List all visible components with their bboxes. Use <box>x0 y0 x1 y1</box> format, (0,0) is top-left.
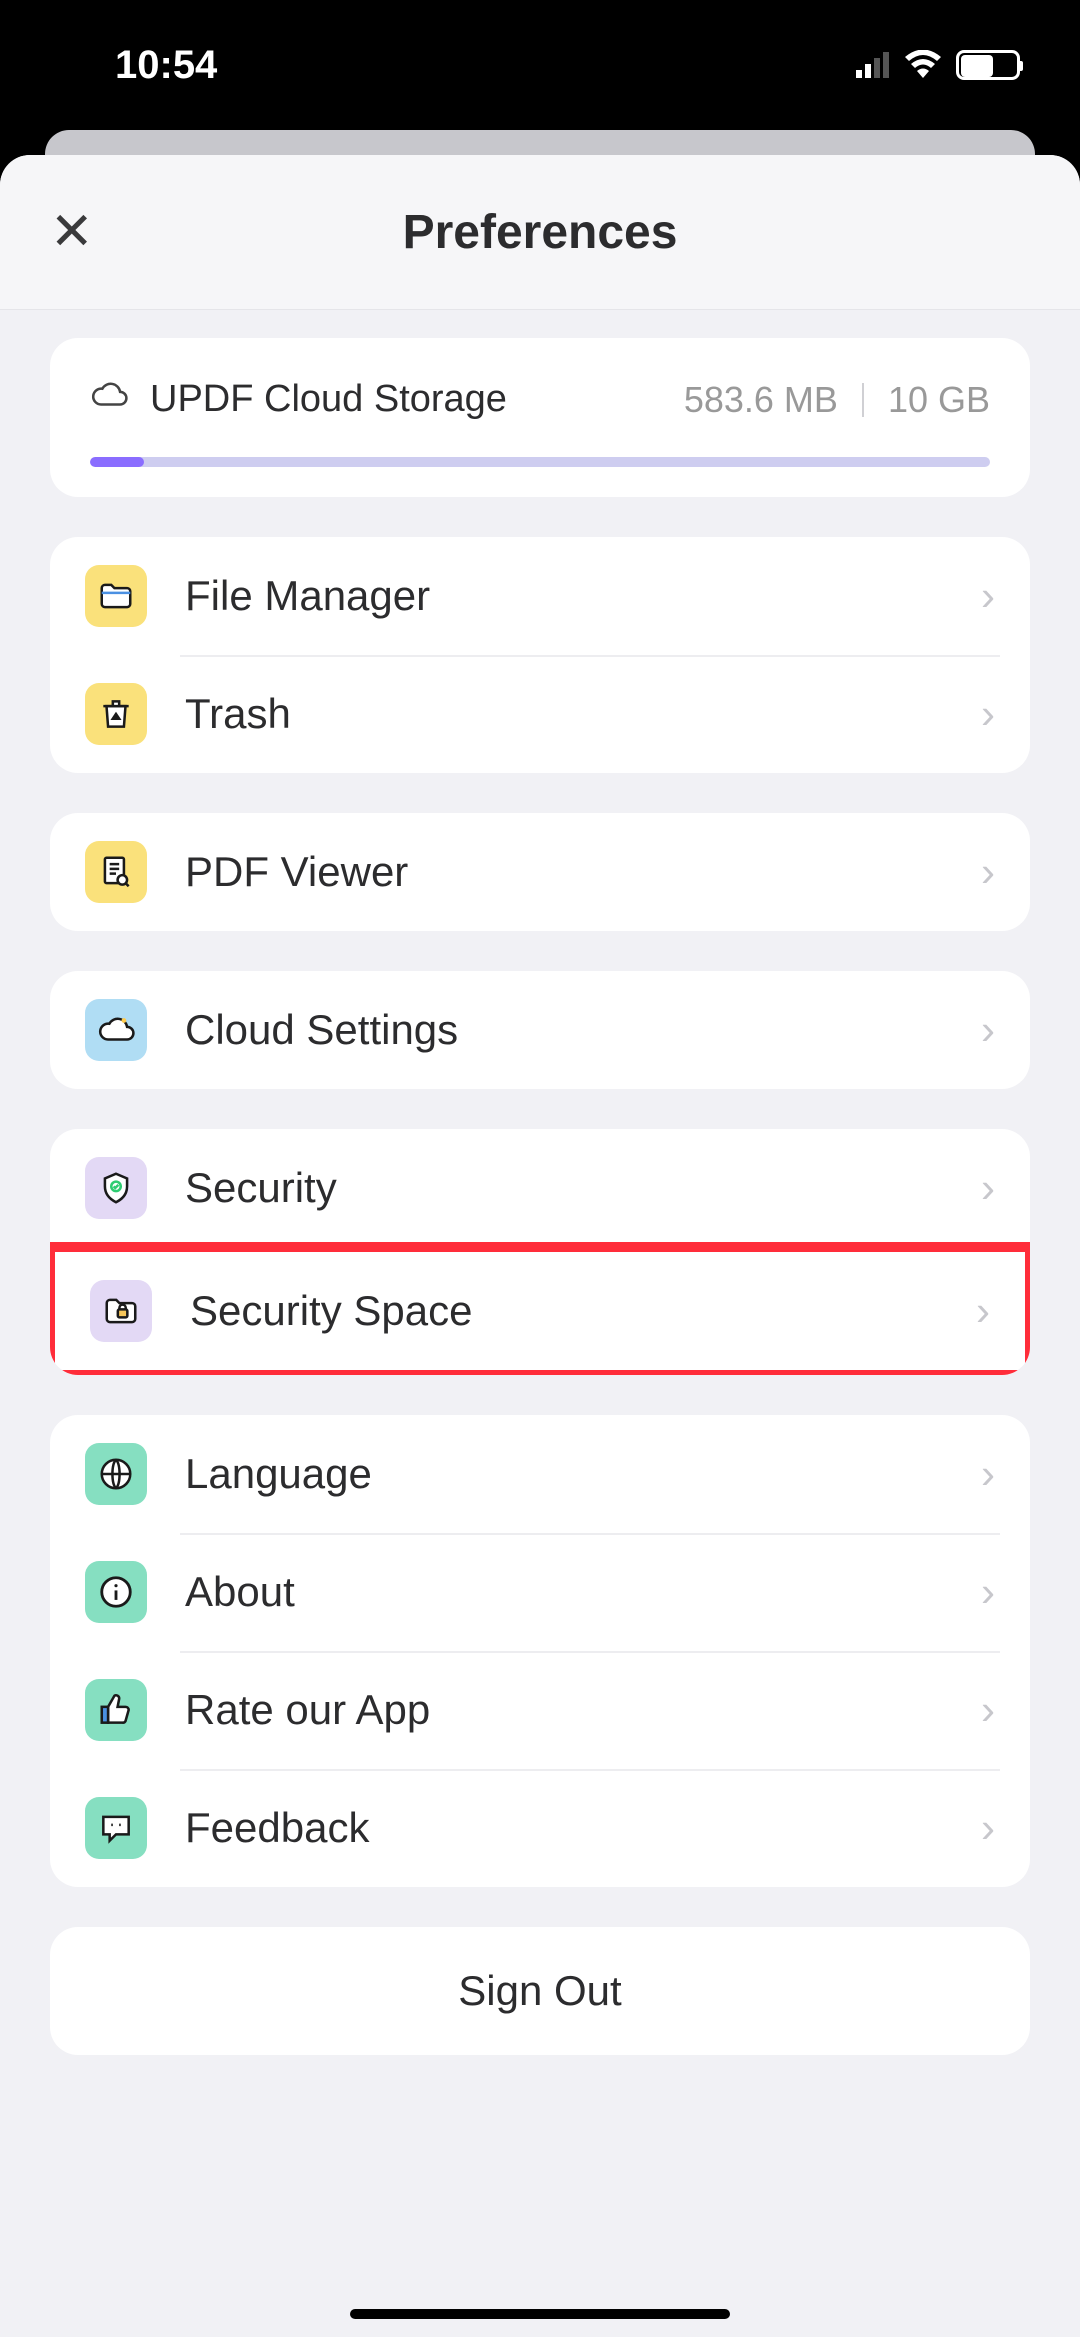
chevron-right-icon: › <box>981 1450 995 1498</box>
cloud-icon <box>85 999 147 1061</box>
chevron-right-icon: › <box>981 848 995 896</box>
cloud-outline-icon <box>90 376 128 423</box>
row-label: PDF Viewer <box>185 848 981 896</box>
row-label: Trash <box>185 690 981 738</box>
status-bar: 10:54 <box>0 0 1080 130</box>
chevron-right-icon: › <box>976 1287 990 1335</box>
preferences-sheet: ✕ Preferences UPDF Cloud Storage 583.6 M… <box>0 155 1080 2337</box>
settings-group: Cloud Settings› <box>50 971 1030 1089</box>
row-pdf-viewer[interactable]: PDF Viewer› <box>50 813 1030 931</box>
shield-check-icon <box>85 1157 147 1219</box>
storage-progress <box>90 457 990 467</box>
home-indicator[interactable] <box>350 2309 730 2319</box>
row-security[interactable]: Security› <box>50 1129 1030 1247</box>
settings-group: File Manager›Trash› <box>50 537 1030 773</box>
storage-card[interactable]: UPDF Cloud Storage 583.6 MB 10 GB <box>50 338 1030 497</box>
sheet-header: ✕ Preferences <box>0 155 1080 310</box>
row-label: Security Space <box>190 1287 976 1335</box>
row-language[interactable]: Language› <box>50 1415 1030 1533</box>
status-time: 10:54 <box>115 43 217 88</box>
info-icon <box>85 1561 147 1623</box>
storage-label: UPDF Cloud Storage <box>150 378 507 421</box>
page-title: Preferences <box>0 205 1080 260</box>
storage-total: 10 GB <box>888 379 990 421</box>
settings-group: PDF Viewer› <box>50 813 1030 931</box>
chevron-right-icon: › <box>981 690 995 738</box>
status-right <box>856 43 1020 88</box>
wifi-icon <box>904 43 942 88</box>
battery-icon <box>956 50 1020 80</box>
trash-icon <box>85 683 147 745</box>
chevron-right-icon: › <box>981 1568 995 1616</box>
row-file-manager[interactable]: File Manager› <box>50 537 1030 655</box>
row-about[interactable]: About› <box>50 1533 1030 1651</box>
chat-icon <box>85 1797 147 1859</box>
row-cloud-settings[interactable]: Cloud Settings› <box>50 971 1030 1089</box>
row-label: Cloud Settings <box>185 1006 981 1054</box>
folder-icon <box>85 565 147 627</box>
thumbs-up-icon <box>85 1679 147 1741</box>
close-icon[interactable]: ✕ <box>50 206 94 258</box>
storage-progress-fill <box>90 457 144 467</box>
content-scroll[interactable]: UPDF Cloud Storage 583.6 MB 10 GB File M… <box>0 310 1080 2135</box>
storage-used: 583.6 MB <box>684 379 838 421</box>
row-trash[interactable]: Trash› <box>50 655 1030 773</box>
cellular-icon <box>856 43 890 88</box>
chevron-right-icon: › <box>981 572 995 620</box>
sign-out-label: Sign Out <box>458 1967 621 2014</box>
chevron-right-icon: › <box>981 1006 995 1054</box>
settings-group: Security›Security Space› <box>50 1129 1030 1375</box>
row-label: File Manager <box>185 572 981 620</box>
globe-icon <box>85 1443 147 1505</box>
highlight-annotation: Security Space› <box>50 1242 1030 1375</box>
divider <box>862 383 864 417</box>
document-search-icon <box>85 841 147 903</box>
row-label: About <box>185 1568 981 1616</box>
row-label: Rate our App <box>185 1686 981 1734</box>
chevron-right-icon: › <box>981 1164 995 1212</box>
row-label: Security <box>185 1164 981 1212</box>
sign-out-button[interactable]: Sign Out <box>50 1927 1030 2055</box>
row-rate[interactable]: Rate our App› <box>50 1651 1030 1769</box>
folder-lock-icon <box>90 1280 152 1342</box>
row-label: Feedback <box>185 1804 981 1852</box>
row-security-space[interactable]: Security Space› <box>55 1252 1025 1370</box>
chevron-right-icon: › <box>981 1686 995 1734</box>
settings-group: Language›About›Rate our App›Feedback› <box>50 1415 1030 1887</box>
row-label: Language <box>185 1450 981 1498</box>
chevron-right-icon: › <box>981 1804 995 1852</box>
row-feedback[interactable]: Feedback› <box>50 1769 1030 1887</box>
